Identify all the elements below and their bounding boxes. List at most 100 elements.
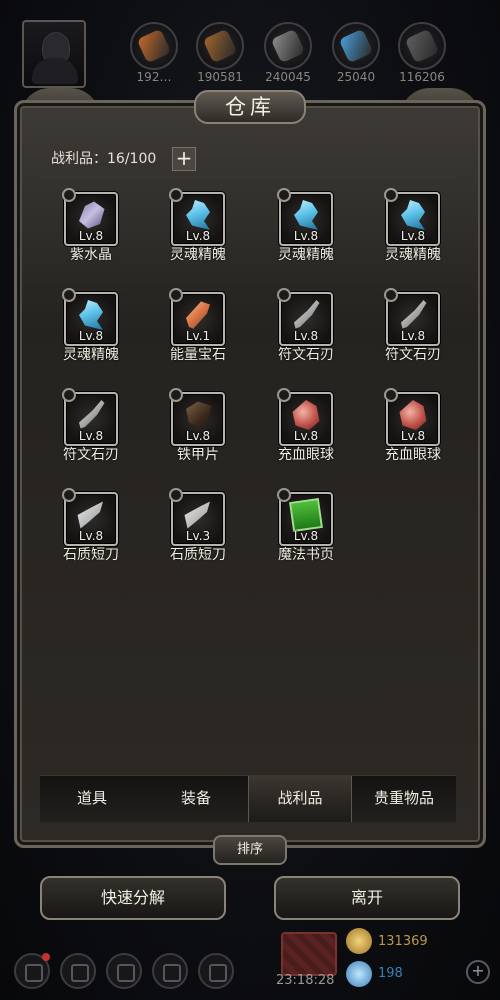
- soul-essence-icon: [79, 300, 103, 330]
- item-level: Lv.8: [293, 329, 319, 343]
- player-avatar[interactable]: [22, 20, 86, 88]
- gift-box-icon[interactable]: [281, 932, 337, 976]
- item-level: Lv.3: [185, 529, 211, 543]
- quick-dismantle-button[interactable]: 快速分解: [40, 876, 226, 920]
- inventory-item[interactable]: Lv.8 灵魂精魄: [41, 288, 141, 370]
- lock-icon: [277, 388, 291, 402]
- menu-button-5[interactable]: [198, 953, 234, 989]
- rune-blade-icon: [401, 300, 427, 329]
- sort-button[interactable]: 排序: [213, 835, 287, 865]
- inventory-item[interactable]: Lv.8 充血眼球: [256, 388, 356, 470]
- inventory-item[interactable]: Lv.8 石质短刀: [41, 488, 141, 570]
- inventory-item[interactable]: Lv.1 能量宝石: [148, 288, 248, 370]
- menu-button-4[interactable]: [152, 953, 188, 989]
- inventory-item[interactable]: Lv.8 符文石刃: [363, 288, 463, 370]
- item-name: 灵魂精魄: [63, 347, 119, 363]
- resource-amount: 192…: [136, 70, 172, 84]
- item-level: Lv.8: [400, 429, 426, 443]
- resource-slot[interactable]: [130, 22, 178, 70]
- inventory-item[interactable]: Lv.8 灵魂精魄: [148, 188, 248, 270]
- item-level: Lv.8: [400, 329, 426, 343]
- menu-button-1[interactable]: [14, 953, 50, 989]
- bloodshot-eye-icon: [399, 400, 427, 430]
- inventory-item[interactable]: Lv.8 符文石刃: [41, 388, 141, 470]
- blue-gem-icon: [338, 28, 374, 64]
- lock-icon: [277, 188, 291, 202]
- item-name: 充血眼球: [278, 447, 334, 463]
- item-name: 石质短刀: [63, 547, 119, 563]
- resource-slot[interactable]: [398, 22, 446, 70]
- soul-essence-icon: [186, 200, 210, 230]
- lock-icon: [62, 188, 76, 202]
- panel-title: 仓库: [194, 90, 306, 124]
- item-slot: Lv.8: [384, 188, 440, 246]
- item-name: 灵魂精魄: [385, 247, 441, 263]
- resource-amount: 116206: [399, 70, 445, 84]
- resource-amount: 190581: [197, 70, 243, 84]
- menu-icon: [117, 964, 135, 982]
- inventory-item[interactable]: Lv.8 灵魂精魄: [363, 188, 463, 270]
- leave-button[interactable]: 离开: [274, 876, 460, 920]
- item-level: Lv.8: [185, 429, 211, 443]
- lock-icon: [384, 388, 398, 402]
- soul-essence-icon: [401, 200, 425, 230]
- orange-cloth-icon: [136, 28, 172, 64]
- item-name: 能量宝石: [170, 347, 226, 363]
- resource-slot[interactable]: [196, 22, 244, 70]
- add-icon[interactable]: +: [466, 960, 490, 984]
- inventory-item[interactable]: Lv.8 紫水晶: [41, 188, 141, 270]
- stone-knife-icon: [77, 501, 103, 529]
- item-level: Lv.8: [293, 429, 319, 443]
- loot-count: 战利品：16/100: [51, 151, 157, 167]
- inventory-item[interactable]: Lv.8 魔法书页: [256, 488, 356, 570]
- item-slot: Lv.3: [169, 488, 225, 546]
- lock-icon: [62, 288, 76, 302]
- resource-slot[interactable]: [264, 22, 312, 70]
- magic-page-icon: [289, 498, 323, 532]
- menu-icon: [163, 964, 181, 982]
- gem-amount: 198: [378, 966, 403, 981]
- lock-icon: [169, 188, 183, 202]
- tab-valuables[interactable]: 贵重物品: [352, 776, 456, 822]
- resource-slot[interactable]: [332, 22, 380, 70]
- item-name: 紫水晶: [70, 247, 112, 263]
- item-name: 符文石刃: [385, 347, 441, 363]
- category-tabs: 道具 装备 战利品 贵重物品: [40, 775, 456, 822]
- gold-coin-icon: [346, 928, 372, 954]
- resource-amount: 240045: [265, 70, 311, 84]
- lock-icon: [169, 288, 183, 302]
- energy-gem-icon: [186, 301, 210, 329]
- menu-button-2[interactable]: [60, 953, 96, 989]
- item-slot: Lv.8: [277, 488, 333, 546]
- inventory-item[interactable]: Lv.8 铁甲片: [148, 388, 248, 470]
- inventory-item[interactable]: Lv.3 石质短刀: [148, 488, 248, 570]
- inventory-item[interactable]: Lv.8 充血眼球: [363, 388, 463, 470]
- tab-equipment[interactable]: 装备: [144, 776, 248, 822]
- expand-capacity-button[interactable]: +: [172, 147, 196, 171]
- leather-icon: [202, 28, 238, 64]
- item-level: Lv.8: [78, 329, 104, 343]
- lock-icon: [169, 488, 183, 502]
- tab-loot[interactable]: 战利品: [248, 776, 352, 822]
- item-slot: Lv.8: [169, 388, 225, 446]
- lock-icon: [384, 288, 398, 302]
- rune-blade-icon: [79, 400, 105, 429]
- item-level: Lv.8: [78, 529, 104, 543]
- header-divider: [40, 176, 456, 178]
- item-level: Lv.8: [78, 429, 104, 443]
- menu-icon: [25, 964, 43, 982]
- item-slot: Lv.8: [62, 288, 118, 346]
- inventory-item[interactable]: Lv.8 灵魂精魄: [256, 188, 356, 270]
- menu-button-3[interactable]: [106, 953, 142, 989]
- item-name: 充血眼球: [385, 447, 441, 463]
- item-slot: Lv.1: [169, 288, 225, 346]
- amethyst-icon: [79, 201, 105, 229]
- lock-icon: [169, 388, 183, 402]
- inventory-item[interactable]: Lv.8 符文石刃: [256, 288, 356, 370]
- item-slot: Lv.8: [169, 188, 225, 246]
- item-level: Lv.8: [400, 229, 426, 243]
- item-level: Lv.8: [78, 229, 104, 243]
- item-name: 魔法书页: [278, 547, 334, 563]
- item-name: 灵魂精魄: [170, 247, 226, 263]
- tab-items[interactable]: 道具: [40, 776, 144, 822]
